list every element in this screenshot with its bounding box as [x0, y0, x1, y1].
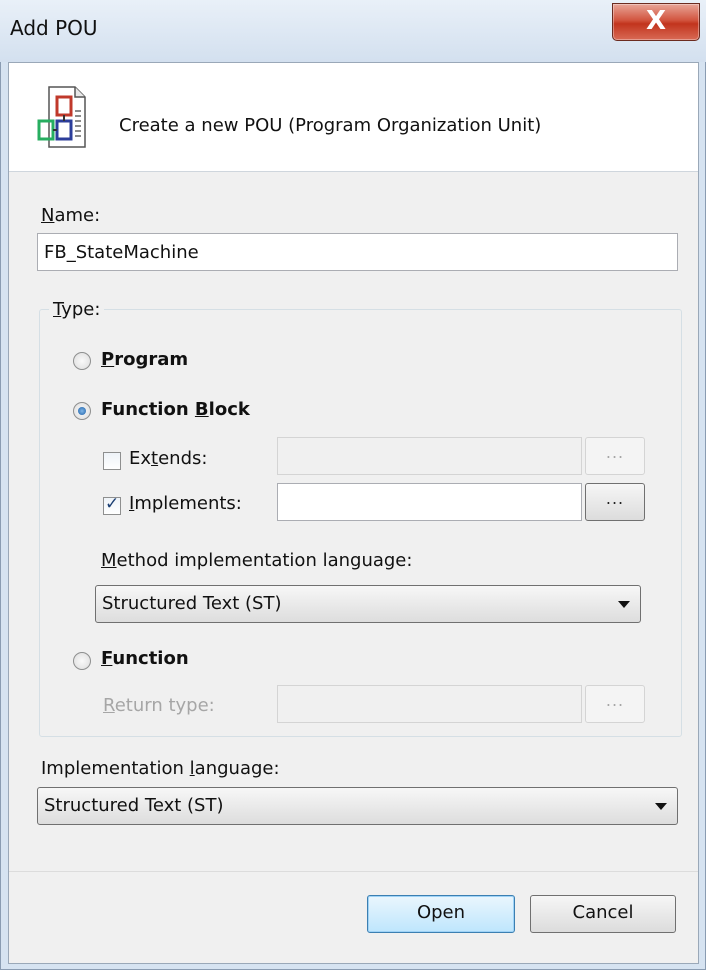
open-button[interactable]: Open — [367, 895, 515, 933]
function-block-label[interactable]: Function Block — [101, 399, 250, 420]
implements-input[interactable] — [277, 483, 582, 521]
dropdown-arrow-icon — [655, 803, 667, 810]
footer-separator — [9, 871, 698, 872]
type-label: Type: — [49, 299, 105, 320]
dialog-body: Create a new POU (Program Organization U… — [8, 62, 699, 964]
window-title: Add POU — [10, 16, 98, 40]
name-input[interactable]: FB_StateMachine — [37, 233, 678, 271]
method-language-value: Structured Text (ST) — [102, 593, 282, 614]
extends-input[interactable] — [277, 437, 582, 475]
title-bar[interactable]: Add POU X — [0, 0, 706, 62]
implements-browse-button[interactable]: ... — [585, 483, 645, 521]
checkmark-icon: ✓ — [105, 494, 120, 514]
implements-checkbox[interactable]: ✓ — [103, 494, 121, 515]
implementation-language-label: Implementation language: — [41, 758, 280, 779]
dropdown-arrow-icon — [618, 601, 630, 608]
pou-document-icon — [37, 86, 86, 148]
implementation-language-value: Structured Text (ST) — [44, 795, 224, 816]
method-language-select[interactable]: Structured Text (ST) — [95, 585, 641, 623]
extends-browse-button[interactable]: ... — [585, 437, 645, 475]
return-type-label: Return type: — [103, 695, 215, 716]
implementation-language-select[interactable]: Structured Text (ST) — [37, 787, 678, 825]
implements-label[interactable]: Implements: — [129, 493, 242, 514]
program-label[interactable]: Program — [101, 349, 188, 370]
function-label[interactable]: Function — [101, 648, 189, 669]
return-type-input[interactable] — [277, 685, 582, 723]
cancel-button[interactable]: Cancel — [530, 895, 676, 933]
return-type-browse-button[interactable]: ... — [585, 685, 645, 723]
program-radio[interactable] — [73, 352, 91, 370]
header-description: Create a new POU (Program Organization U… — [119, 115, 542, 136]
extends-checkbox[interactable] — [103, 452, 121, 470]
type-groupbox — [39, 309, 682, 737]
extends-label[interactable]: Extends: — [129, 448, 207, 469]
dialog-header: Create a new POU (Program Organization U… — [9, 63, 698, 172]
close-button[interactable]: X — [612, 3, 700, 41]
function-radio[interactable] — [73, 652, 91, 670]
name-label: Name: — [41, 205, 101, 226]
method-language-label: Method implementation language: — [101, 550, 413, 571]
function-block-radio[interactable] — [73, 402, 91, 420]
close-icon: X — [645, 6, 667, 36]
